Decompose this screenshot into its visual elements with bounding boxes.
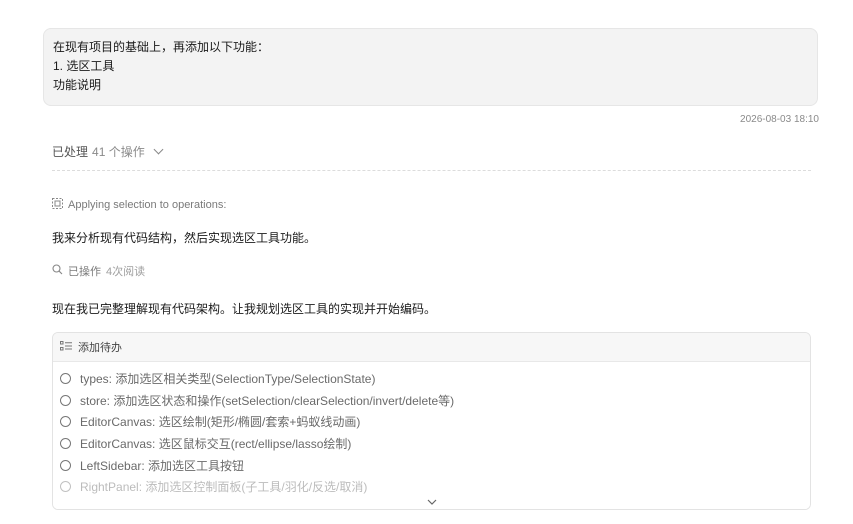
user-message-line: 1. 选区工具 — [53, 59, 115, 73]
todo-item-text: RightPanel: 添加选区控制面板(子工具/羽化/反选/取消) — [80, 480, 368, 495]
applying-selection-note: Applying selection to operations: — [52, 198, 226, 212]
todo-item[interactable]: EditorCanvas: 选区绘制(矩形/椭圆/套索+蚂蚁线动画) — [53, 411, 810, 433]
processed-label: 已处理 — [52, 145, 89, 159]
todo-list: types: 添加选区相关类型(SelectionType/SelectionS… — [53, 362, 810, 498]
expand-todo-button[interactable] — [53, 495, 810, 509]
processed-count: 41 个操作 — [92, 145, 145, 159]
todo-item[interactable]: EditorCanvas: 选区鼠标交互(rect/ellipse/lasso绘… — [53, 433, 810, 455]
todo-item[interactable]: LeftSidebar: 添加选区工具按钮 — [53, 454, 810, 476]
todo-checkbox-icon[interactable] — [60, 416, 71, 428]
todo-checkbox-icon[interactable] — [60, 459, 71, 471]
todo-item[interactable]: store: 添加选区状态和操作(setSelection/clearSelec… — [53, 390, 810, 412]
todo-item-text: types: 添加选区相关类型(SelectionType/SelectionS… — [80, 372, 376, 387]
divider — [52, 170, 811, 171]
todo-item-text: EditorCanvas: 选区鼠标交互(rect/ellipse/lasso绘… — [80, 437, 352, 452]
todo-item-text: EditorCanvas: 选区绘制(矩形/椭圆/套索+蚂蚁线动画) — [80, 415, 361, 430]
chevron-down-icon — [153, 144, 164, 155]
chevron-down-icon — [427, 499, 436, 505]
user-message-bubble: 在现有项目的基础上，再添加以下功能： 1. 选区工具 功能说明 — [43, 28, 818, 106]
operations-detail: 4次阅读 — [106, 266, 146, 278]
todo-checkbox-icon[interactable] — [60, 394, 71, 406]
user-message-line: 功能说明 — [53, 78, 102, 92]
search-icon — [52, 264, 63, 278]
assistant-message-2: 现在我已完整理解现有代码架构。让我规划选区工具的实现并开始编码。 — [52, 302, 437, 316]
todo-checkbox-icon[interactable] — [60, 481, 71, 493]
todo-item[interactable]: types: 添加选区相关类型(SelectionType/SelectionS… — [53, 368, 810, 390]
processed-operations-toggle[interactable]: 已处理 41 个操作 — [52, 143, 164, 160]
todo-checkbox-icon[interactable] — [60, 373, 71, 385]
todo-item-text: store: 添加选区状态和操作(setSelection/clearSelec… — [80, 393, 455, 408]
todo-header: 添加待办 — [53, 333, 810, 362]
todo-item-text: LeftSidebar: 添加选区工具按钮 — [80, 458, 245, 473]
todo-checkbox-icon[interactable] — [60, 438, 71, 450]
todo-title: 添加待办 — [78, 342, 122, 354]
applying-text: Applying selection to operations: — [68, 199, 227, 211]
selection-icon — [52, 198, 63, 212]
assistant-message-1: 我来分析现有代码结构，然后实现选区工具功能。 — [52, 231, 317, 245]
checklist-icon — [60, 340, 72, 354]
operations-summary[interactable]: 已操作 4次阅读 — [52, 263, 145, 279]
user-message-line: 在现有项目的基础上，再添加以下功能： — [53, 40, 270, 54]
todo-panel: 添加待办 types: 添加选区相关类型(SelectionType/Selec… — [52, 332, 811, 510]
operations-label: 已操作 — [68, 266, 101, 278]
message-timestamp: 2026-08-03 18:10 — [740, 114, 819, 125]
